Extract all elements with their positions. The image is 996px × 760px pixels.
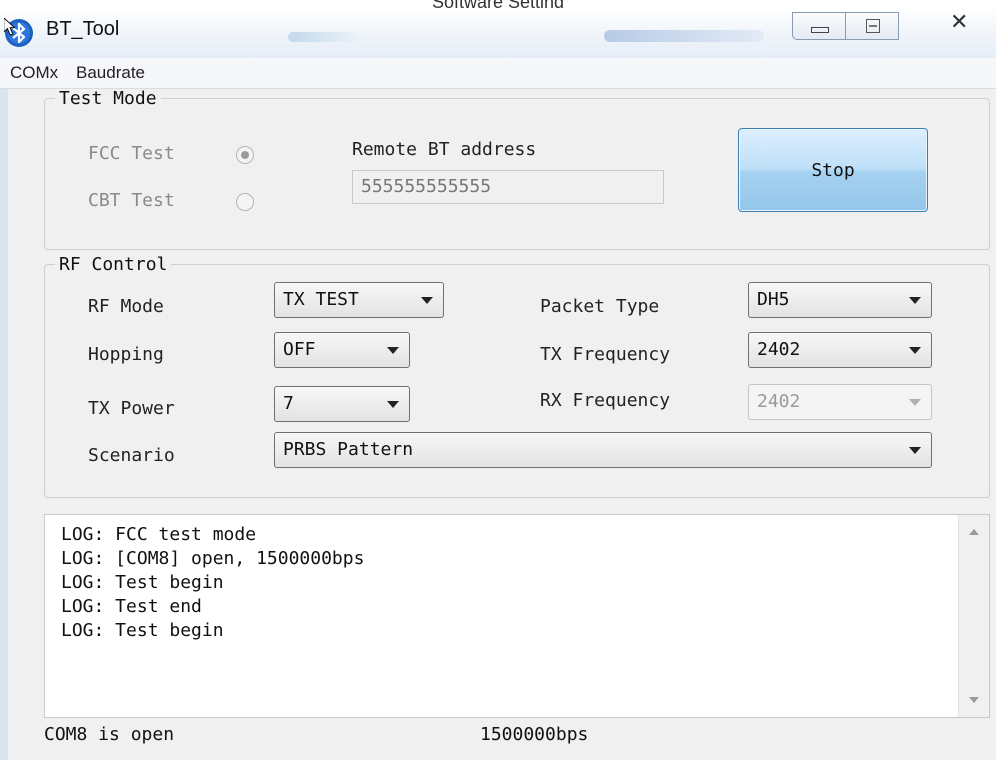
scenario-select[interactable]: PRBS Pattern — [274, 432, 932, 468]
close-icon: ✕ — [950, 10, 969, 35]
cbt-test-label: CBT Test — [88, 190, 175, 211]
minimize-button[interactable] — [792, 12, 846, 40]
rf-mode-value: TX TEST — [283, 289, 359, 310]
chevron-down-icon — [909, 297, 921, 304]
tx-power-select[interactable]: 7 — [274, 386, 410, 422]
maximize-icon — [866, 19, 880, 33]
chevron-down-icon — [387, 401, 399, 408]
chevron-down-icon — [387, 347, 399, 354]
log-line: LOG: [COM8] open, 1500000bps — [61, 548, 365, 569]
bluetooth-icon — [3, 16, 34, 48]
chevron-down-icon — [421, 297, 433, 304]
maximize-button[interactable] — [845, 12, 899, 40]
stop-button[interactable]: Stop — [738, 128, 928, 212]
log-scrollbar[interactable] — [958, 515, 989, 717]
menu-comx[interactable]: COMx — [10, 63, 58, 83]
chevron-down-icon — [909, 447, 921, 454]
close-button[interactable]: ✕ — [898, 10, 990, 40]
scenario-label: Scenario — [88, 445, 175, 466]
hopping-label: Hopping — [88, 344, 164, 365]
rf-mode-select[interactable]: TX TEST — [274, 282, 444, 318]
hopping-select[interactable]: OFF — [274, 332, 410, 368]
chevron-down-icon — [909, 399, 921, 406]
scroll-up-icon[interactable] — [969, 529, 979, 535]
tx-power-label: TX Power — [88, 398, 175, 419]
rf-control-legend: RF Control — [59, 254, 168, 275]
tx-frequency-select[interactable]: 2402 — [748, 332, 932, 368]
packet-type-value: DH5 — [757, 289, 790, 310]
log-line: LOG: Test begin — [61, 572, 224, 593]
hopping-value: OFF — [283, 339, 316, 360]
background-blur — [604, 30, 764, 42]
tx-power-value: 7 — [283, 393, 294, 414]
test-mode-legend: Test Mode — [59, 88, 157, 109]
fcc-test-label: FCC Test — [88, 143, 175, 164]
app-window: BT_Tool ✕ COMx Baudrate Test Mode FCC Te… — [0, 8, 996, 760]
status-port: COM8 is open — [44, 724, 175, 745]
log-lines: LOG: FCC test mode LOG: [COM8] open, 150… — [61, 523, 364, 643]
packet-type-select[interactable]: DH5 — [748, 282, 932, 318]
tx-frequency-label: TX Frequency — [540, 344, 671, 365]
menu-bar: COMx Baudrate — [0, 58, 996, 89]
tx-frequency-value: 2402 — [757, 339, 801, 360]
rx-frequency-select: 2402 — [748, 384, 932, 420]
title-bar[interactable]: BT_Tool ✕ — [0, 8, 996, 58]
chevron-down-icon — [909, 347, 921, 354]
status-baudrate: 1500000bps — [480, 724, 589, 745]
minimize-icon — [811, 27, 829, 33]
log-line: LOG: FCC test mode — [61, 524, 257, 545]
rf-mode-label: RF Mode — [88, 296, 164, 317]
window-title: BT_Tool — [46, 18, 120, 40]
cbt-test-radio[interactable] — [236, 193, 254, 211]
rx-frequency-label: RX Frequency — [540, 390, 671, 411]
log-line: LOG: Test begin — [61, 620, 224, 641]
menu-baudrate[interactable]: Baudrate — [76, 63, 145, 83]
remote-bt-address-label: Remote BT address — [352, 139, 537, 160]
log-textarea[interactable]: LOG: FCC test mode LOG: [COM8] open, 150… — [44, 514, 990, 718]
remote-bt-address-field[interactable]: 555555555555 — [352, 170, 664, 204]
log-line: LOG: Test end — [61, 596, 202, 617]
rx-frequency-value: 2402 — [757, 391, 801, 412]
window-controls: ✕ — [792, 10, 992, 42]
background-blur — [288, 32, 358, 42]
scenario-value: PRBS Pattern — [283, 439, 414, 460]
fcc-test-radio[interactable] — [236, 146, 254, 164]
packet-type-label: Packet Type — [540, 296, 660, 317]
scroll-down-icon[interactable] — [969, 697, 979, 703]
